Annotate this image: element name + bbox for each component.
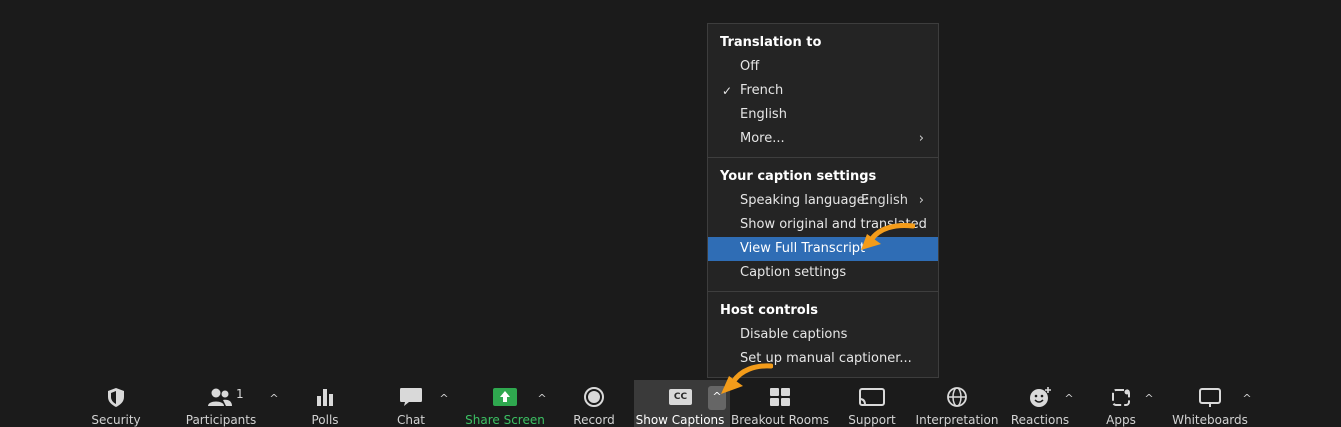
participants-count: 1: [236, 387, 244, 401]
menu-item-label: Speaking language:: [740, 193, 870, 208]
menu-item-french[interactable]: ✓ French: [708, 79, 938, 103]
caption-settings-section-title: Your caption settings: [720, 169, 877, 184]
chevron-right-icon: ›: [918, 131, 924, 146]
shield-icon: [108, 388, 124, 407]
menu-item-label: Show original and translated: [740, 217, 927, 232]
cast-icon: [859, 388, 885, 406]
checkmark-icon: ✓: [722, 84, 733, 98]
whiteboard-icon: [1199, 388, 1221, 407]
security-button[interactable]: Security: [91, 380, 141, 427]
smiley-plus-icon: [1030, 387, 1051, 407]
chevron-up-icon[interactable]: ^: [1142, 392, 1156, 406]
captions-options-button[interactable]: ^: [708, 386, 726, 410]
record-button[interactable]: Record: [573, 380, 615, 427]
menu-divider: [708, 157, 938, 158]
share-screen-label: Share Screen: [465, 413, 545, 427]
chevron-up-icon[interactable]: ^: [437, 392, 451, 406]
polls-icon: [317, 389, 333, 406]
speaking-language-value: English: [861, 193, 908, 208]
chevron-right-icon: ›: [918, 193, 924, 208]
menu-item-english[interactable]: English: [708, 103, 938, 127]
host-controls-section-title: Host controls: [720, 303, 818, 318]
apps-icon: [1112, 389, 1130, 406]
translation-section-title: Translation to: [720, 35, 822, 50]
chat-icon: [400, 388, 422, 406]
whiteboards-label: Whiteboards: [1172, 413, 1248, 427]
share-screen-button[interactable]: Share Screen: [465, 380, 545, 427]
menu-item-more[interactable]: More... ›: [708, 127, 938, 151]
chevron-up-icon[interactable]: ^: [1240, 392, 1254, 406]
menu-item-label: Off: [740, 59, 760, 74]
participants-button[interactable]: 1 Participants: [186, 380, 257, 427]
menu-item-view-full-transcript[interactable]: View Full Transcript: [708, 237, 938, 261]
menu-item-disable-captions[interactable]: Disable captions: [708, 323, 938, 347]
polls-label: Polls: [311, 413, 339, 427]
menu-divider: [708, 291, 938, 292]
menu-item-label: Disable captions: [740, 327, 848, 342]
support-button[interactable]: Support: [848, 380, 896, 427]
captions-menu: Translation to Off ✓ French English More…: [707, 23, 939, 378]
participants-label: Participants: [185, 413, 257, 427]
menu-item-label: Set up manual captioner...: [740, 351, 912, 366]
menu-item-off[interactable]: Off: [708, 55, 938, 79]
chevron-up-icon: ^: [712, 390, 722, 403]
menu-item-label: English: [740, 107, 787, 122]
apps-button[interactable]: Apps: [1104, 380, 1138, 427]
chevron-up-icon[interactable]: ^: [267, 392, 281, 406]
interpretation-button[interactable]: Interpretation: [916, 380, 998, 427]
menu-item-show-original-translated[interactable]: Show original and translated: [708, 213, 938, 237]
cc-icon: CC: [669, 389, 692, 405]
reactions-button[interactable]: Reactions: [1011, 380, 1069, 427]
menu-item-label: View Full Transcript: [740, 241, 866, 256]
menu-item-label: More...: [740, 131, 785, 146]
menu-item-caption-settings[interactable]: Caption settings: [708, 261, 938, 285]
chat-button[interactable]: Chat: [395, 380, 427, 427]
breakout-rooms-icon: [770, 388, 790, 406]
meeting-toolbar: Security 1 Participants ^ Polls Chat ^ S…: [0, 380, 1341, 427]
whiteboards-button[interactable]: Whiteboards: [1172, 380, 1248, 427]
chevron-up-icon[interactable]: ^: [535, 392, 549, 406]
chat-label: Chat: [396, 413, 426, 427]
breakout-rooms-button[interactable]: Breakout Rooms: [731, 380, 829, 427]
menu-item-label: Caption settings: [740, 265, 847, 280]
globe-icon: [947, 387, 967, 407]
menu-item-manual-captioner[interactable]: Set up manual captioner...: [708, 347, 938, 371]
menu-item-label: French: [740, 83, 784, 98]
security-label: Security: [91, 413, 141, 427]
menu-item-speaking-language[interactable]: Speaking language: English ›: [708, 189, 938, 213]
chevron-up-icon[interactable]: ^: [1062, 392, 1076, 406]
cc-badge-text: CC: [673, 392, 688, 402]
record-icon: [584, 387, 604, 407]
share-screen-icon: [493, 388, 517, 406]
polls-button[interactable]: Polls: [310, 380, 340, 427]
